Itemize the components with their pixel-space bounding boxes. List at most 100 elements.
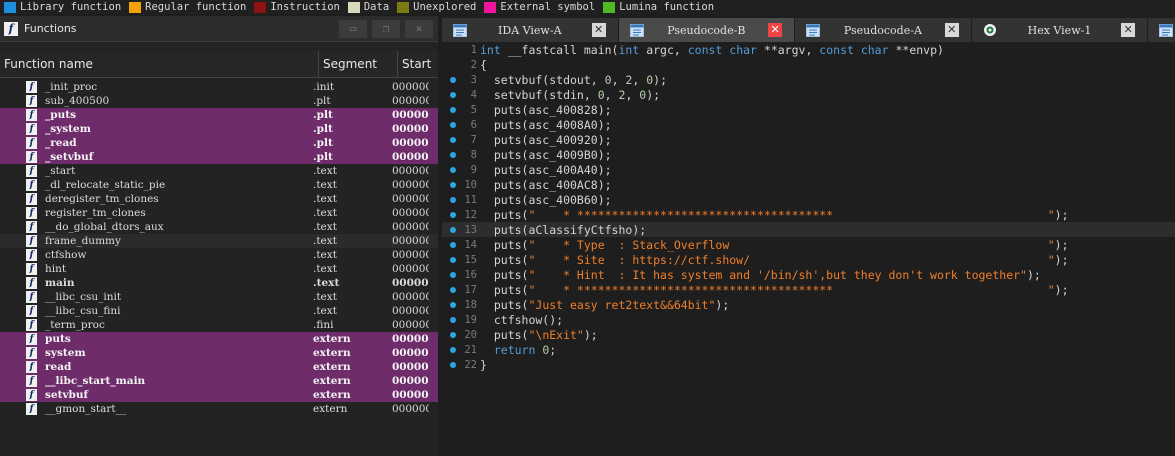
legend-swatch xyxy=(4,1,16,13)
tab-hex-view-1[interactable]: Hex View-1 ✕ xyxy=(971,18,1149,42)
function-name: __libc_csu_fini xyxy=(45,305,121,317)
breakpoint-dot-icon[interactable] xyxy=(450,287,456,293)
line-number: 22 xyxy=(442,357,480,372)
close-icon[interactable]: ✕ xyxy=(768,23,783,37)
code-text: puts(asc_4009B0); xyxy=(480,148,612,162)
column-header-start[interactable]: Start xyxy=(398,51,438,77)
float-window-button[interactable]: ▭ xyxy=(339,19,367,38)
breakpoint-dot-icon[interactable] xyxy=(450,242,456,248)
legend-item: External symbol xyxy=(484,1,595,13)
code-token: puts( xyxy=(480,327,529,342)
function-row[interactable]: fputs extern 000000 xyxy=(0,332,438,346)
code-token: ); xyxy=(653,72,668,87)
code-token: puts(asc_400920); xyxy=(480,132,612,147)
tab-overflow[interactable] xyxy=(1148,18,1175,42)
breakpoint-dot-icon[interactable] xyxy=(450,362,456,368)
code-token: int xyxy=(480,42,508,57)
code-token: ); xyxy=(1054,207,1069,222)
line-number: 4 xyxy=(442,87,480,102)
line-number: 9 xyxy=(442,162,480,177)
code-token: __fastcall main( xyxy=(507,42,619,57)
code-line: 8 puts(asc_4009B0); xyxy=(442,147,1175,162)
function-row[interactable]: fsystem extern 000000 xyxy=(0,346,438,360)
function-row[interactable]: f _system .plt 000000 xyxy=(0,122,438,136)
function-row[interactable]: f _setvbuf .plt 000000 xyxy=(0,150,438,164)
function-row[interactable]: f _puts .plt 000000 xyxy=(0,108,438,122)
function-row[interactable]: f setvbuf extern 000000 xyxy=(0,388,438,402)
function-segment: extern xyxy=(313,347,351,359)
function-icon: f xyxy=(26,137,37,149)
function-row[interactable]: f __libc_start_main extern 000000 xyxy=(0,374,438,388)
function-icon: f xyxy=(26,403,37,415)
breakpoint-dot-icon[interactable] xyxy=(450,107,456,113)
breakpoint-dot-icon[interactable] xyxy=(450,137,456,143)
function-segment: .init xyxy=(313,81,335,93)
function-row[interactable]: f __libc_csu_init .text 000000 xyxy=(0,290,438,304)
column-header-function-name[interactable]: Function name xyxy=(0,51,319,77)
function-start: 000000 xyxy=(392,81,429,93)
function-row[interactable]: f deregister_tm_clones .text 000000 xyxy=(0,192,438,206)
function-row[interactable]: fread extern 000000 xyxy=(0,360,438,374)
code-line: 19 ctfshow(); xyxy=(442,312,1175,327)
function-name: _puts xyxy=(45,109,76,121)
function-row[interactable]: f _start .text 000000 xyxy=(0,164,438,178)
close-icon[interactable]: ✕ xyxy=(944,23,959,37)
code-line: 3 setvbuf(stdout, 0, 2, 0); xyxy=(442,72,1175,87)
breakpoint-dot-icon[interactable] xyxy=(450,167,456,173)
function-icon: f xyxy=(26,249,37,261)
function-row[interactable]: f ctfshow .text 000000 xyxy=(0,248,438,262)
code-token: ); xyxy=(646,87,661,102)
function-row[interactable]: f _init_proc .init 000000 xyxy=(0,80,438,94)
breakpoint-dot-icon[interactable] xyxy=(450,332,456,338)
line-number: 7 xyxy=(442,132,480,147)
code-token: ); xyxy=(715,297,730,312)
function-row[interactable]: f sub_400500 .plt 000000 xyxy=(0,94,438,108)
function-start: 000000 xyxy=(392,221,429,233)
breakpoint-dot-icon[interactable] xyxy=(450,257,456,263)
breakpoint-dot-icon[interactable] xyxy=(450,152,456,158)
close-icon[interactable]: ✕ xyxy=(591,23,606,37)
close-icon[interactable]: ✕ xyxy=(1121,23,1136,37)
breakpoint-dot-icon[interactable] xyxy=(450,182,456,188)
function-segment: .text xyxy=(313,305,337,317)
function-row[interactable]: f _term_proc .fini 000000 xyxy=(0,318,438,332)
column-header-segment[interactable]: Segment xyxy=(319,51,398,77)
restore-window-button[interactable]: ❐ xyxy=(372,19,400,38)
breakpoint-dot-icon[interactable] xyxy=(450,347,456,353)
function-icon: f xyxy=(26,305,37,317)
tab-ida-view-a[interactable]: IDA View-A ✕ xyxy=(442,18,619,42)
breakpoint-dot-icon[interactable] xyxy=(450,197,456,203)
tab-pseudocode-a[interactable]: Pseudocode-A ✕ xyxy=(795,18,972,42)
function-row[interactable]: f __do_global_dtors_aux .text 000000 xyxy=(0,220,438,234)
legend-label: Lumina function xyxy=(619,1,715,13)
breakpoint-dot-icon[interactable] xyxy=(450,122,456,128)
breakpoint-dot-icon[interactable] xyxy=(450,227,456,233)
breakpoint-dot-icon[interactable] xyxy=(450,317,456,323)
pseudocode-editor[interactable]: 1 int __fastcall main(int argc, const cha… xyxy=(442,42,1175,456)
function-row[interactable]: f frame_dummy .text 000000 xyxy=(0,234,438,248)
function-row[interactable]: f __libc_csu_fini .text 000000 xyxy=(0,304,438,318)
legend-label: Instruction xyxy=(270,1,340,13)
tab-pseudocode-b[interactable]: Pseudocode-B ✕ xyxy=(618,18,796,42)
function-row[interactable]: fmain .text 000000 xyxy=(0,276,438,290)
tab-label: IDA View-A xyxy=(498,23,562,37)
code-line: 17 puts(" * ****************************… xyxy=(442,282,1175,297)
code-text: puts("\nExit"); xyxy=(480,328,598,342)
function-start: 000000 xyxy=(392,403,429,415)
function-name: __libc_csu_init xyxy=(45,291,122,303)
function-icon: f xyxy=(4,21,18,36)
breakpoint-dot-icon[interactable] xyxy=(450,92,456,98)
breakpoint-dot-icon[interactable] xyxy=(450,77,456,83)
code-line: 1 int __fastcall main(int argc, const cha… xyxy=(442,42,1175,57)
breakpoint-dot-icon[interactable] xyxy=(450,302,456,308)
breakpoint-dot-icon[interactable] xyxy=(450,272,456,278)
function-row[interactable]: f hint .text 000000 xyxy=(0,262,438,276)
function-row[interactable]: f _read .plt 000000 xyxy=(0,136,438,150)
breakpoint-dot-icon[interactable] xyxy=(450,212,456,218)
code-token: puts( xyxy=(480,237,529,252)
function-row[interactable]: f register_tm_clones .text 000000 xyxy=(0,206,438,220)
close-window-button[interactable]: ✕ xyxy=(405,19,433,38)
function-row[interactable]: f _dl_relocate_static_pie .text 000000 xyxy=(0,178,438,192)
code-text: puts(asc_4008A0); xyxy=(480,118,612,132)
function-row[interactable]: f __gmon_start__ extern 000000 xyxy=(0,402,438,416)
